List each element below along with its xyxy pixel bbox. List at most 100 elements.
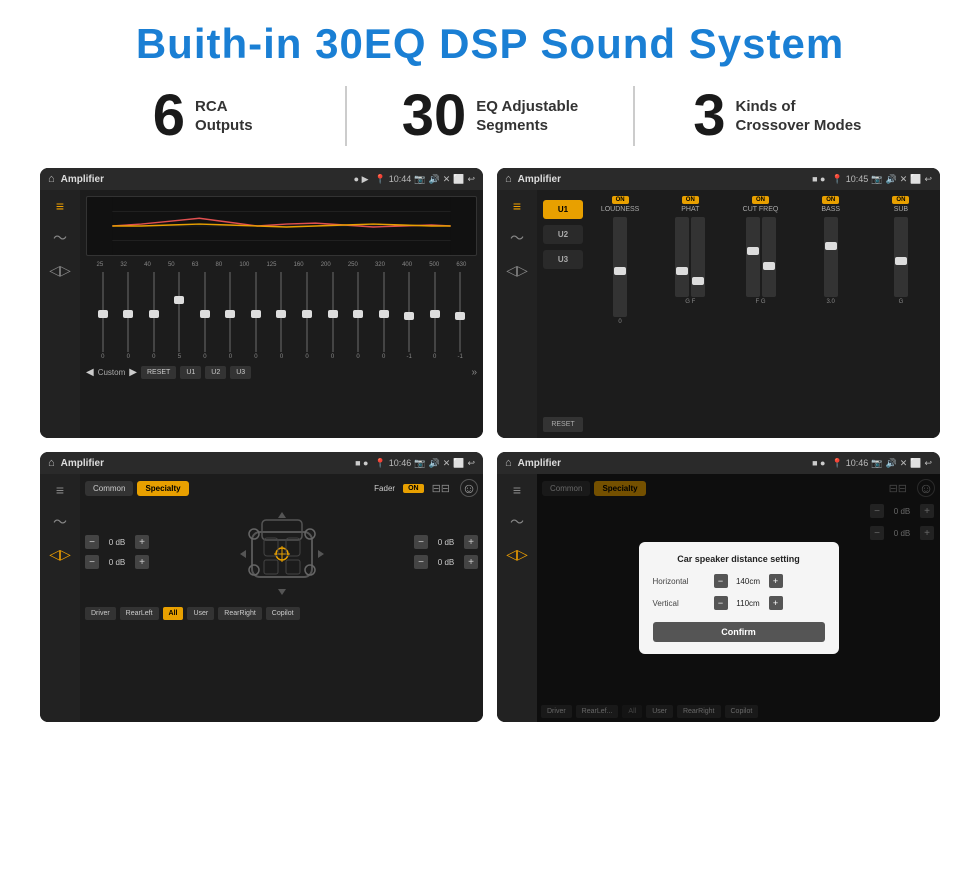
eq-more-icon[interactable]: » xyxy=(471,367,477,378)
sub-label: SUB xyxy=(894,206,908,213)
wave-icon-4[interactable]: 〜 xyxy=(510,512,524,532)
eq-icon-3[interactable]: ≡ xyxy=(56,482,64,498)
stats-row: 6 RCAOutputs 30 EQ AdjustableSegments 3 … xyxy=(30,86,950,146)
eq-reset-btn[interactable]: RESET xyxy=(141,366,176,379)
app-name-4: Amplifier xyxy=(518,458,806,469)
all-btn[interactable]: All xyxy=(163,607,184,620)
phat-slider-g[interactable] xyxy=(675,217,689,297)
speaker-icon-3[interactable]: ◁▷ xyxy=(49,546,71,563)
eq-icon-4[interactable]: ≡ xyxy=(513,482,521,498)
wave-icon-3[interactable]: 〜 xyxy=(53,512,67,532)
user-btn[interactable]: User xyxy=(187,607,214,620)
status-icons-4: 📍 10:46 📷 🔊 ✕ ⬜ ↩ xyxy=(832,458,933,469)
db-minus-rr[interactable]: − xyxy=(414,555,428,569)
x-icon-1: ✕ xyxy=(443,174,451,185)
sub-slider[interactable] xyxy=(894,217,908,297)
eq-slider-4[interactable]: 0 xyxy=(199,272,211,362)
db-plus-rr[interactable]: + xyxy=(464,555,478,569)
fader-tabs: Common Specialty Fader ON ⊟⊟ ☺ xyxy=(85,479,478,497)
dot-icon-2: ■ ● xyxy=(812,174,825,184)
cutfreq-slider-g[interactable] xyxy=(762,217,776,297)
speaker-icon-2[interactable]: ◁▷ xyxy=(506,262,528,279)
db-val-fl: 0 dB xyxy=(102,538,132,547)
preset-u3-btn[interactable]: U3 xyxy=(543,250,583,269)
tab-specialty[interactable]: Specialty xyxy=(137,481,188,496)
vertical-val-text: 110cm xyxy=(731,599,766,608)
stat-crossover-number: 3 xyxy=(693,87,725,145)
amp-main: U1 U2 U3 RESET ON LOUDNESS 0 xyxy=(537,190,940,438)
back-icon-2: ↩ xyxy=(924,174,932,185)
eq-icon[interactable]: ≡ xyxy=(56,198,64,214)
preset-u1-btn[interactable]: U1 xyxy=(543,200,583,219)
db-control-rl: − 0 dB + xyxy=(85,555,149,569)
db-plus-fr[interactable]: + xyxy=(464,535,478,549)
left-db-controls: − 0 dB + − 0 dB + xyxy=(85,535,149,569)
volume-icon-4: 🔊 xyxy=(885,458,896,469)
horizontal-minus-btn[interactable]: − xyxy=(714,574,728,588)
wave-icon-2[interactable]: 〜 xyxy=(510,228,524,248)
eq-u3-btn[interactable]: U3 xyxy=(230,366,251,379)
eq-u1-btn[interactable]: U1 xyxy=(180,366,201,379)
stat-eq: 30 EQ AdjustableSegments xyxy=(357,87,622,145)
channel-loudness: ON LOUDNESS 0 xyxy=(587,196,653,432)
eq-prev-btn[interactable]: ◀ xyxy=(86,367,94,378)
eq-slider-1[interactable]: 0 xyxy=(122,272,134,362)
copilot-btn[interactable]: Copilot xyxy=(266,607,300,620)
home-icon-1[interactable]: ⌂ xyxy=(48,173,55,185)
vertical-plus-btn[interactable]: + xyxy=(769,596,783,610)
home-icon-4[interactable]: ⌂ xyxy=(505,457,512,469)
eq-slider-14[interactable]: -1 xyxy=(454,272,466,362)
eq-slider-11[interactable]: 0 xyxy=(378,272,390,362)
vertical-minus-btn[interactable]: − xyxy=(714,596,728,610)
eq-slider-5[interactable]: 0 xyxy=(224,272,236,362)
amp-presets: U1 U2 U3 RESET xyxy=(543,196,583,432)
db-plus-rl[interactable]: + xyxy=(135,555,149,569)
speaker-icon-4[interactable]: ◁▷ xyxy=(506,546,528,563)
screen2-content: ≡ 〜 ◁▷ U1 U2 U3 RESET xyxy=(497,190,940,438)
confirm-btn[interactable]: Confirm xyxy=(653,622,825,642)
eq-slider-2[interactable]: 0 xyxy=(148,272,160,362)
rearright-btn[interactable]: RearRight xyxy=(218,607,262,620)
eq-icon-2[interactable]: ≡ xyxy=(513,198,521,214)
eq-slider-6[interactable]: 0 xyxy=(250,272,262,362)
eq-slider-8[interactable]: 0 xyxy=(301,272,313,362)
cutfreq-slider-f[interactable] xyxy=(746,217,760,297)
dialog-vertical-row: Vertical − 110cm + xyxy=(653,596,825,610)
stat-divider-2 xyxy=(633,86,635,146)
main-title: Buith-in 30EQ DSP Sound System xyxy=(30,20,950,68)
driver-btn[interactable]: Driver xyxy=(85,607,116,620)
wave-icon[interactable]: 〜 xyxy=(53,228,67,248)
fader-slider-mini[interactable]: ⊟⊟ xyxy=(432,482,450,495)
amp-reset-btn[interactable]: RESET xyxy=(543,417,583,432)
eq-slider-3[interactable]: 5 xyxy=(173,272,185,362)
eq-next-btn[interactable]: ▶ xyxy=(129,367,137,378)
db-val-rr: 0 dB xyxy=(431,558,461,567)
eq-slider-0[interactable]: 0 xyxy=(97,272,109,362)
horizontal-plus-btn[interactable]: + xyxy=(769,574,783,588)
eq-slider-12[interactable]: -1 xyxy=(403,272,415,362)
eq-slider-10[interactable]: 0 xyxy=(352,272,364,362)
phat-slider-f[interactable] xyxy=(691,217,705,297)
home-icon-2[interactable]: ⌂ xyxy=(505,173,512,185)
eq-slider-7[interactable]: 0 xyxy=(275,272,287,362)
eq-chart xyxy=(86,196,477,256)
tab-common[interactable]: Common xyxy=(85,481,133,496)
volume-icon-3: 🔊 xyxy=(428,458,439,469)
preset-u2-btn[interactable]: U2 xyxy=(543,225,583,244)
dialog-overlay: Car speaker distance setting Horizontal … xyxy=(537,474,940,722)
speaker-icon[interactable]: ◁▷ xyxy=(49,262,71,279)
eq-slider-13[interactable]: 0 xyxy=(429,272,441,362)
db-plus-fl[interactable]: + xyxy=(135,535,149,549)
eq-u2-btn[interactable]: U2 xyxy=(205,366,226,379)
loudness-slider[interactable] xyxy=(613,217,627,317)
stat-crossover: 3 Kinds ofCrossover Modes xyxy=(645,87,910,145)
rearleft-btn[interactable]: RearLeft xyxy=(120,607,159,620)
db-minus-rl[interactable]: − xyxy=(85,555,99,569)
settings-icon[interactable]: ☺ xyxy=(460,479,478,497)
eq-slider-9[interactable]: 0 xyxy=(327,272,339,362)
db-minus-fr[interactable]: − xyxy=(414,535,428,549)
bass-slider[interactable] xyxy=(824,217,838,297)
db-minus-fl[interactable]: − xyxy=(85,535,99,549)
home-icon-3[interactable]: ⌂ xyxy=(48,457,55,469)
dialog-horizontal-value: − 140cm + xyxy=(714,574,783,588)
